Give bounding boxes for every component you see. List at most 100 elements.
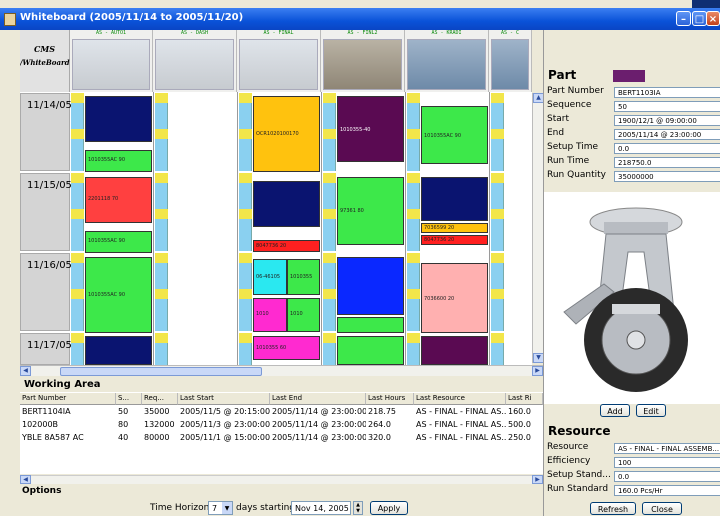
job-block[interactable]: OCR1020100170 [253, 96, 320, 172]
resource-header[interactable]: AS - FINAL [237, 30, 321, 92]
job-block[interactable]: 1010355AC 90 [85, 257, 152, 333]
close-button[interactable]: × [706, 11, 720, 26]
shift-strip [323, 253, 336, 331]
shift-strip [155, 173, 168, 251]
efficiency-field[interactable]: 100 [614, 457, 720, 468]
part-color-swatch [613, 70, 645, 82]
job-block[interactable]: 06-46105 [253, 259, 287, 295]
job-block[interactable]: 7036600 20 [421, 263, 488, 333]
job-block[interactable]: 1010355AC 90 [85, 231, 152, 253]
arrow-right-icon[interactable]: ▶ [532, 366, 543, 376]
working-area-title: Working Area [20, 378, 543, 392]
resource-header[interactable]: AS - DASH [153, 30, 237, 92]
working-area-scrollbar[interactable]: ◀ ▶ [20, 475, 543, 484]
job-block[interactable]: 1010355AC 90 [421, 106, 488, 164]
shift-strip [71, 333, 84, 365]
part-number-field[interactable]: BERT1103IA [614, 87, 720, 98]
job-block[interactable]: 1010 [253, 298, 287, 332]
resource-photo [72, 39, 150, 90]
date-row-header: 11/15/05 [20, 173, 72, 251]
resource-photo [323, 39, 402, 90]
job-block[interactable]: 8047736 20 [421, 235, 488, 245]
job-block[interactable]: 2201118 70 [85, 177, 152, 223]
time-horizon-select[interactable]: 7 ▼ [208, 501, 233, 515]
shift-strip [239, 253, 252, 331]
resource-photo [491, 39, 529, 90]
job-block[interactable] [253, 181, 320, 227]
schedule-grid: CMS /WhiteBoard AS - AUTO1 AS - DASH AS … [20, 30, 532, 365]
column-header[interactable]: Last Hours [366, 393, 414, 405]
job-block[interactable] [337, 257, 404, 315]
time-horizon-label: Time Horizon: [150, 503, 213, 513]
sequence-field[interactable]: 50 [614, 101, 720, 112]
column-header[interactable]: Last Start [178, 393, 270, 405]
resource-header[interactable]: AS - FINL2 [321, 30, 405, 92]
job-block[interactable]: 8047736 20 [253, 240, 320, 252]
apply-button[interactable]: Apply [370, 501, 408, 515]
job-block[interactable]: 7036599 20 [421, 223, 488, 233]
column-header[interactable]: Last Resource [414, 393, 506, 405]
shift-strip [407, 93, 420, 171]
job-block[interactable]: 97361 80 [337, 177, 404, 245]
resource-header[interactable]: AS - AUTO1 [70, 30, 153, 92]
close-icon: × [708, 14, 718, 25]
part-image [544, 192, 720, 404]
job-block[interactable]: 1010355 60 [253, 336, 320, 360]
resource-photo [239, 39, 318, 90]
resource-header[interactable]: AS - KRADI [405, 30, 489, 92]
run-quantity-field[interactable]: 35000000 [614, 171, 720, 182]
job-block[interactable]: 1010 [287, 298, 320, 332]
options-panel: Options Time Horizon: 7 ▼ days starting … [20, 485, 543, 516]
working-area-panel: Working Area Part Number S... Req... Las… [20, 378, 543, 474]
resource-photo [407, 39, 486, 90]
date-row-header: 11/14/05 [20, 93, 72, 171]
column-divider [321, 92, 322, 365]
app-icon [4, 13, 16, 26]
details-panel: Part Part Number BERT1103IA Sequence 50 … [543, 30, 720, 516]
column-header[interactable]: Req... [142, 393, 178, 405]
close-dialog-button[interactable]: Close [642, 502, 682, 515]
setup-standard-field[interactable]: 0.0 [614, 471, 720, 482]
scroll-thumb[interactable] [60, 367, 262, 376]
shift-strip [323, 173, 336, 251]
job-block[interactable]: 1010355-40 [337, 96, 404, 162]
maximize-button[interactable]: □ [692, 11, 707, 26]
column-header[interactable]: Last End [270, 393, 366, 405]
title-bar[interactable]: Whiteboard (2005/11/14 to 2005/11/20) – … [0, 8, 720, 30]
window-title: Whiteboard (2005/11/14 to 2005/11/20) [20, 12, 244, 23]
shift-strip [491, 173, 504, 251]
arrow-right-icon[interactable]: ▶ [532, 475, 543, 484]
shift-strip [239, 333, 252, 365]
job-block[interactable]: 1010355 [287, 259, 320, 295]
column-header[interactable]: Last Ri [506, 393, 543, 405]
add-button[interactable]: Add [600, 404, 630, 417]
job-block[interactable] [337, 336, 404, 365]
minimize-button[interactable]: – [676, 11, 691, 26]
refresh-button[interactable]: Refresh [590, 502, 636, 515]
run-time-field[interactable]: 218750.0 [614, 157, 720, 168]
column-header[interactable]: S... [116, 393, 142, 405]
job-block[interactable]: 1010355AC 90 [85, 150, 152, 172]
column-header[interactable]: Part Number [20, 393, 116, 405]
spinner-arrows-icon[interactable]: ▲ ▼ [353, 501, 363, 515]
arrow-left-icon[interactable]: ◀ [20, 366, 31, 376]
days-starting-label: days starting [236, 503, 295, 513]
setup-time-field[interactable]: 0.0 [614, 143, 720, 154]
resource-header[interactable]: AS - C [489, 30, 532, 92]
edit-button[interactable]: Edit [636, 404, 666, 417]
job-block[interactable] [337, 317, 404, 333]
grid-horizontal-scrollbar[interactable]: ◀ ▶ [20, 365, 543, 376]
start-date-field[interactable]: Nov 14, 2005 [291, 501, 351, 515]
job-block[interactable] [421, 177, 488, 221]
shift-strip [407, 253, 420, 331]
resource-field[interactable]: AS - FINAL - FINAL ASSEMB... [614, 443, 720, 454]
shift-strip [491, 93, 504, 171]
date-row-header: 11/16/05 [20, 253, 72, 331]
arrow-left-icon[interactable]: ◀ [20, 475, 31, 484]
job-block[interactable] [85, 336, 152, 365]
end-field[interactable]: 2005/11/14 @ 23:00:00 [614, 129, 720, 140]
run-standard-field[interactable]: 160.0 Pcs/Hr [614, 485, 720, 496]
start-field[interactable]: 1900/12/1 @ 09:00:00 [614, 115, 720, 126]
job-block[interactable] [421, 336, 488, 365]
job-block[interactable] [85, 96, 152, 142]
